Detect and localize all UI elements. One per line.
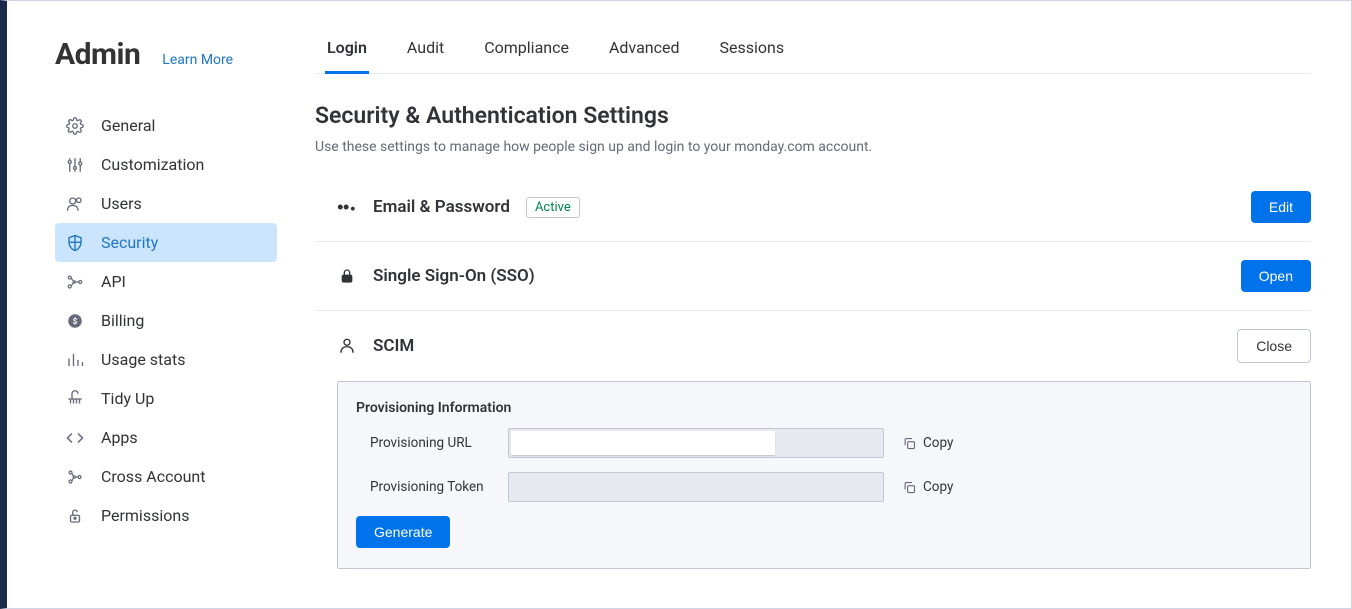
tab-compliance[interactable]: Compliance [482,38,571,74]
person-icon [337,336,357,356]
sidebar-item-label: Permissions [101,506,189,525]
panel-title: Provisioning Information [356,400,1292,416]
monday-logo-icon [337,197,357,217]
field-label: Provisioning URL [370,435,490,451]
sidebar-nav: General Customization Users Security API [55,106,277,535]
dollar-icon: $ [65,311,85,331]
sidebar-item-security[interactable]: Security [55,223,277,262]
sidebar-item-label: Billing [101,311,144,330]
sidebar-item-label: API [101,272,126,291]
input-wrap [508,428,884,458]
shield-icon [65,233,85,253]
tab-sessions[interactable]: Sessions [717,38,786,74]
scim-provisioning-panel: Provisioning Information Provisioning UR… [337,381,1311,569]
section-sso: Single Sign-On (SSO) Open [315,242,1311,311]
gear-icon [65,116,85,136]
sidebar-header: Admin Learn More [55,37,277,72]
sidebar-item-api[interactable]: API [55,262,277,301]
copy-icon [902,480,917,495]
field-row-url: Provisioning URL Copy [356,428,1292,458]
tab-advanced[interactable]: Advanced [607,38,682,74]
learn-more-link[interactable]: Learn More [162,52,233,68]
copy-icon [902,436,917,451]
section-email-password: Email & Password Active Edit [315,173,1311,242]
status-badge-active: Active [526,197,580,218]
sidebar-item-label: Tidy Up [101,389,154,408]
broom-icon [65,389,85,409]
code-icon [65,428,85,448]
provisioning-url-input[interactable] [511,431,775,455]
lock-icon [65,506,85,526]
field-label: Provisioning Token [370,479,490,495]
users-icon [65,194,85,214]
tab-audit[interactable]: Audit [405,38,446,74]
close-button[interactable]: Close [1237,329,1311,363]
sidebar-item-label: Customization [101,155,204,174]
svg-text:$: $ [73,316,78,327]
padlock-icon [337,266,357,286]
sidebar-item-permissions[interactable]: Permissions [55,496,277,535]
sidebar-item-tidy-up[interactable]: Tidy Up [55,379,277,418]
sidebar-item-apps[interactable]: Apps [55,418,277,457]
nodes-icon [65,467,85,487]
sidebar-item-usage-stats[interactable]: Usage stats [55,340,277,379]
provisioning-token-input[interactable] [511,475,881,499]
sidebar-item-cross-account[interactable]: Cross Account [55,457,277,496]
sidebar-item-label: Cross Account [101,467,206,486]
chart-icon [65,350,85,370]
section-title: SCIM [373,336,414,356]
main-content: Login Audit Compliance Advanced Sessions… [297,1,1351,608]
sidebar-item-billing[interactable]: $ Billing [55,301,277,340]
sidebar-item-label: Users [101,194,142,213]
edit-button[interactable]: Edit [1251,191,1311,223]
field-row-token: Provisioning Token Copy [356,472,1292,502]
tab-login[interactable]: Login [325,38,369,74]
page-title: Security & Authentication Settings [315,102,1311,129]
section-scim: SCIM Close [315,311,1311,381]
copy-token-button[interactable]: Copy [902,479,953,495]
input-wrap [508,472,884,502]
sidebar-item-users[interactable]: Users [55,184,277,223]
sidebar-item-general[interactable]: General [55,106,277,145]
section-title: Email & Password [373,197,510,217]
sliders-icon [65,155,85,175]
sidebar-item-label: Security [101,233,158,252]
network-icon [65,272,85,292]
sidebar-item-label: Apps [101,428,138,447]
admin-title: Admin [55,37,140,72]
open-button[interactable]: Open [1241,260,1311,292]
page-subtitle: Use these settings to manage how people … [315,139,1311,155]
sidebar-item-customization[interactable]: Customization [55,145,277,184]
generate-button[interactable]: Generate [356,516,450,548]
tabs: Login Audit Compliance Advanced Sessions [315,37,1311,74]
section-title: Single Sign-On (SSO) [373,266,535,286]
sidebar-item-label: Usage stats [101,350,185,369]
copy-url-button[interactable]: Copy [902,435,953,451]
sidebar: Admin Learn More General Customization U… [7,1,297,608]
sidebar-item-label: General [101,116,155,135]
